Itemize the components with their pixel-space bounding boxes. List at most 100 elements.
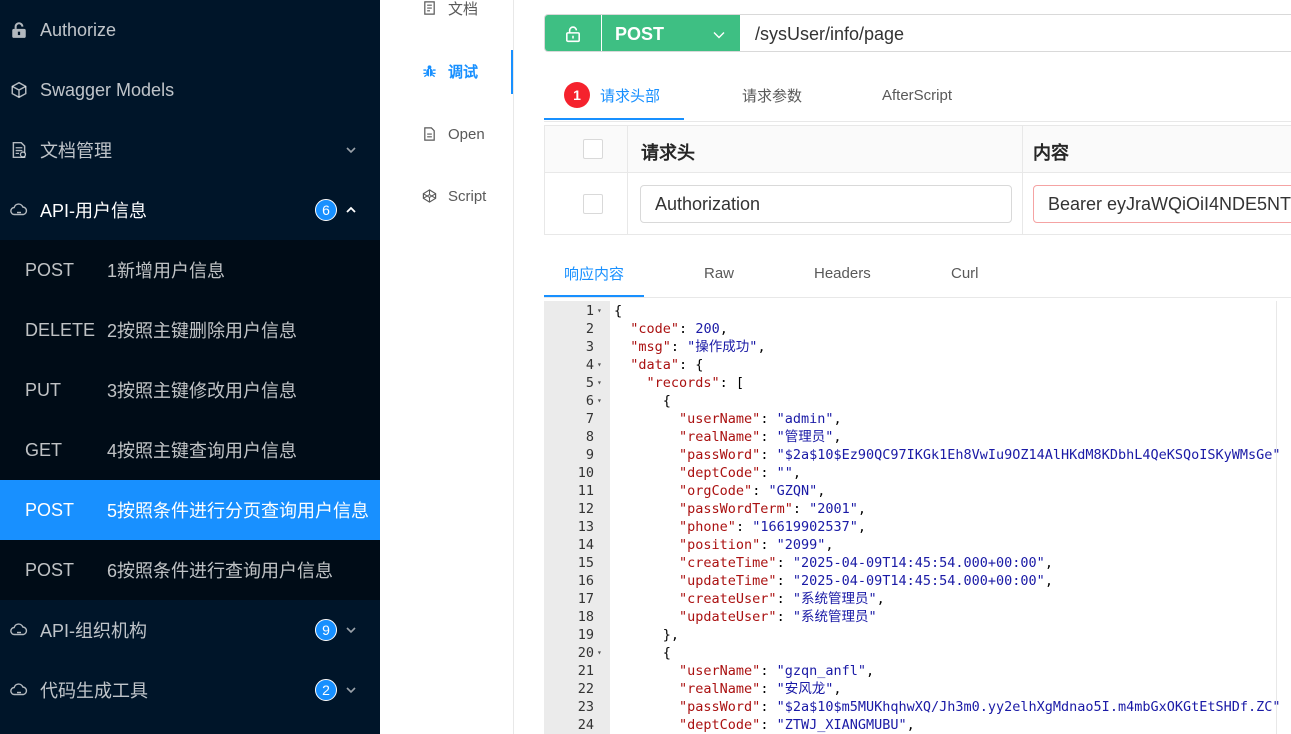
fold-toggle-icon[interactable]: ▾: [597, 648, 606, 657]
tab-headers[interactable]: Headers: [814, 250, 871, 296]
code-line: 14 "position": "2099",: [544, 536, 1291, 554]
tab-debug[interactable]: 调试: [380, 51, 514, 91]
code-line: 21 "userName": "gzqn_anfl",: [544, 662, 1291, 680]
tab-afterscript-label: AfterScript: [882, 86, 953, 104]
code-text: {: [614, 645, 671, 661]
nav-doc-manage[interactable]: 文档管理: [0, 120, 380, 180]
line-number: 8: [585, 429, 594, 445]
nav-group-user-info-label: API-用户信息: [40, 201, 148, 221]
nav-authorize-label: Authorize: [40, 19, 117, 40]
tab-raw[interactable]: Raw: [704, 250, 734, 296]
select-all-checkbox[interactable]: [583, 139, 603, 159]
endpoint-item[interactable]: DELETE 2按照主键删除用户信息: [0, 300, 380, 360]
nav-doc-manage-label: 文档管理: [40, 141, 112, 161]
fold-toggle-icon[interactable]: ▾: [597, 396, 606, 405]
fold-toggle-icon[interactable]: ▾: [597, 360, 606, 369]
http-method: DELETE: [25, 319, 96, 340]
method-select[interactable]: POST: [602, 15, 740, 51]
code-text: "updateTime": "2025-04-09T14:45:54.000+0…: [679, 573, 1053, 589]
chevron-down-icon: [346, 627, 356, 634]
header-value-input[interactable]: Bearer eyJraWQiOiI4NDE5NTE: [1033, 185, 1291, 223]
auth-lock-button[interactable]: [545, 15, 601, 51]
sidebar: Authorize Swagger Models 文档管理 API-用户信息 6…: [0, 0, 380, 734]
tab-request-headers[interactable]: 1 请求头部: [564, 70, 660, 120]
line-number: 1: [585, 303, 594, 319]
code-text: "realName": "管理员",: [679, 429, 842, 445]
line-number: 23: [577, 699, 594, 715]
code-text: "createUser": "系统管理员",: [679, 591, 885, 607]
line-number: 18: [577, 609, 594, 625]
code-line: 9 "passWord": "$2a$10$Ez90QC97IKGk1Eh8Vw…: [544, 446, 1291, 464]
cloud-icon: [10, 203, 28, 216]
code-text: "updateUser": "系统管理员": [679, 609, 877, 625]
tab-response-content[interactable]: 响应内容: [564, 250, 624, 296]
row-checkbox[interactable]: [583, 194, 603, 214]
active-tab-indicator: [544, 118, 684, 120]
endpoint-label: 3按照主键修改用户信息: [107, 381, 298, 401]
tab-script[interactable]: Script: [380, 176, 514, 216]
chevron-up-icon: [346, 206, 356, 213]
header-name-input[interactable]: Authorization: [640, 185, 1012, 223]
code-text: "createTime": "2025-04-09T14:45:54.000+0…: [679, 555, 1053, 571]
code-text: "passWord": "$2a$10$Ez90QC97IKGk1Eh8VwIu…: [679, 447, 1281, 463]
tab-doc[interactable]: 文档: [380, 0, 514, 28]
line-number: 21: [577, 663, 594, 679]
line-number: 7: [585, 411, 594, 427]
code-line: 1 ▾ {: [544, 302, 1291, 320]
vertical-tabs: 文档 调试 Open Script: [380, 0, 514, 734]
code-line: 20 ▾ {: [544, 644, 1291, 662]
col-header-name: 请求头: [641, 143, 695, 163]
endpoint-item-active[interactable]: POST 5按照条件进行分页查询用户信息: [0, 480, 380, 540]
code-text: },: [614, 627, 680, 643]
endpoint-label: 2按照主键删除用户信息: [107, 321, 298, 341]
tab-open[interactable]: Open: [380, 114, 514, 154]
nav-group-user-info[interactable]: API-用户信息 6: [0, 180, 380, 240]
endpoint-label: 6按照条件进行查询用户信息: [107, 561, 334, 581]
tab-doc-label: 文档: [448, 0, 479, 18]
tab-request-params-label: 请求参数: [742, 87, 803, 105]
code-text: "userName": "gzqn_anfl",: [679, 663, 875, 679]
url-input[interactable]: [741, 15, 1291, 51]
code-text: {: [614, 303, 623, 319]
tab-request-headers-label: 请求头部: [600, 87, 661, 105]
line-number: 2: [585, 321, 594, 337]
code-line: 8 "realName": "管理员",: [544, 428, 1291, 446]
active-tab-indicator: [544, 295, 644, 297]
nav-group-codegen-label: 代码生成工具: [40, 681, 148, 701]
code-line: 19 },: [544, 626, 1291, 644]
response-code-editor[interactable]: 1 ▾{2 "code": 200, 3 "msg": "操作成功", 4 ▾ "dat…: [544, 301, 1291, 734]
debug-panel: POST 1 请求头部 请求参数 AfterScript 请求头 内容 Auth…: [514, 0, 1291, 734]
line-number: 14: [577, 537, 594, 553]
endpoint-item[interactable]: GET 4按照主键查询用户信息: [0, 420, 380, 480]
line-number: 4: [585, 357, 594, 373]
code-line: 16 "updateTime": "2025-04-09T14:45:54.00…: [544, 572, 1291, 590]
code-line: 2 "code": 200,: [544, 320, 1291, 338]
line-number: 9: [585, 447, 594, 463]
endpoint-item[interactable]: POST 1新增用户信息: [0, 240, 380, 300]
nav-group-org[interactable]: API-组织机构 9: [0, 600, 380, 660]
tab-request-params[interactable]: 请求参数: [742, 70, 802, 120]
nav-swagger-models[interactable]: Swagger Models: [0, 60, 380, 120]
http-method: POST: [25, 559, 75, 580]
nav-group-org-label: API-组织机构: [40, 621, 148, 641]
line-number: 5: [585, 375, 594, 391]
code-text: "userName": "admin",: [679, 411, 842, 427]
nav-group-codegen[interactable]: 代码生成工具 2: [0, 660, 380, 720]
code-line: 6 ▾ {: [544, 392, 1291, 410]
tab-afterscript[interactable]: AfterScript: [882, 70, 952, 120]
code-line: 23 "passWord": "$2a$10$m5MUKhqhwXQ/Jh3m0…: [544, 698, 1291, 716]
fold-toggle-icon[interactable]: ▾: [597, 378, 606, 387]
code-line: 10 "deptCode": "",: [544, 464, 1291, 482]
tab-curl[interactable]: Curl: [951, 250, 979, 296]
line-number: 22: [577, 681, 594, 697]
table-row: Authorization Bearer eyJraWQiOiI4NDE5NTE: [545, 173, 1291, 235]
line-number: 17: [577, 591, 594, 607]
tab-open-label: Open: [448, 125, 485, 143]
line-number: 10: [577, 465, 594, 481]
endpoint-item[interactable]: POST 6按照条件进行查询用户信息: [0, 540, 380, 600]
endpoint-item[interactable]: PUT 3按照主键修改用户信息: [0, 360, 380, 420]
line-number: 20: [577, 645, 594, 661]
nav-authorize[interactable]: Authorize: [0, 0, 380, 60]
line-number: 12: [577, 501, 594, 517]
fold-toggle-icon[interactable]: ▾: [597, 306, 606, 315]
